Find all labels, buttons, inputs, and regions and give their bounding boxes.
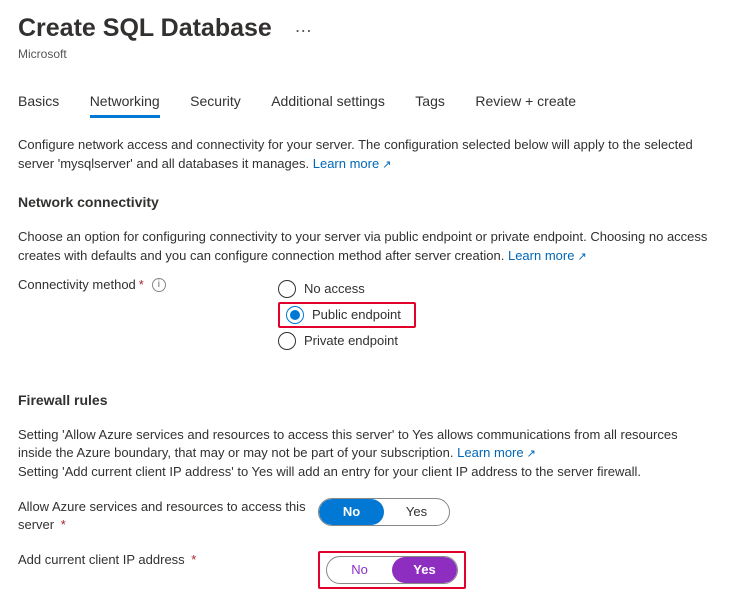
radio-icon	[286, 306, 304, 324]
tab-basics[interactable]: Basics	[18, 87, 59, 115]
intro-learn-more-link[interactable]: Learn more↗	[313, 156, 392, 171]
info-icon[interactable]: i	[152, 278, 166, 292]
highlight-add-client-ip: No Yes	[318, 551, 466, 589]
firewall-desc1: Setting 'Allow Azure services and resour…	[18, 427, 678, 461]
toggle-yes[interactable]: Yes	[384, 499, 449, 525]
connectivity-method-radios: No access Public endpoint Private endpoi…	[278, 276, 712, 354]
firewall-learn-more-link[interactable]: Learn more↗	[457, 445, 536, 460]
tab-tags[interactable]: Tags	[415, 87, 445, 115]
add-client-ip-toggle[interactable]: No Yes	[326, 556, 458, 584]
radio-icon	[278, 332, 296, 350]
required-indicator: *	[188, 552, 197, 567]
external-link-icon: ↗	[577, 251, 586, 263]
page-subtitle: Microsoft	[18, 47, 712, 61]
external-link-icon: ↗	[382, 159, 391, 171]
required-indicator: *	[139, 276, 144, 294]
add-client-ip-row: Add current client IP address * No Yes	[18, 551, 712, 589]
radio-label: No access	[304, 281, 365, 296]
toggle-no[interactable]: No	[327, 557, 392, 583]
create-sql-database-page: Create SQL Database … Microsoft Basics N…	[0, 0, 730, 613]
radio-no-access[interactable]: No access	[278, 280, 712, 298]
allow-azure-label: Allow Azure services and resources to ac…	[18, 498, 318, 534]
tab-security[interactable]: Security	[190, 87, 241, 115]
connectivity-method-row: Connectivity method* i No access Public …	[18, 276, 712, 354]
network-description: Choose an option for configuring connect…	[18, 228, 712, 266]
tab-review-create[interactable]: Review + create	[475, 87, 576, 115]
radio-public-endpoint[interactable]: Public endpoint	[286, 306, 401, 324]
add-client-ip-label: Add current client IP address *	[18, 551, 318, 569]
allow-azure-row: Allow Azure services and resources to ac…	[18, 498, 712, 534]
more-icon[interactable]: …	[294, 14, 312, 39]
firewall-rules-heading: Firewall rules	[18, 392, 712, 408]
firewall-desc2: Setting 'Add current client IP address' …	[18, 464, 641, 479]
radio-private-endpoint[interactable]: Private endpoint	[278, 332, 712, 350]
radio-label: Public endpoint	[312, 307, 401, 322]
external-link-icon: ↗	[527, 448, 536, 460]
tab-additional-settings[interactable]: Additional settings	[271, 87, 385, 115]
network-learn-more-link[interactable]: Learn more↗	[508, 248, 587, 263]
tab-networking[interactable]: Networking	[90, 87, 160, 118]
page-title: Create SQL Database	[18, 14, 272, 43]
firewall-description: Setting 'Allow Azure services and resour…	[18, 426, 712, 483]
allow-azure-toggle[interactable]: No Yes	[318, 498, 450, 526]
page-header: Create SQL Database … Microsoft	[18, 14, 712, 61]
tab-bar: Basics Networking Security Additional se…	[18, 87, 712, 118]
radio-icon	[278, 280, 296, 298]
required-indicator: *	[57, 517, 66, 532]
allow-azure-toggle-wrap: No Yes	[318, 498, 450, 526]
radio-label: Private endpoint	[304, 333, 398, 348]
highlight-public-endpoint: Public endpoint	[278, 302, 416, 328]
toggle-no[interactable]: No	[319, 499, 384, 525]
network-desc-text: Choose an option for configuring connect…	[18, 229, 707, 263]
intro-description: Configure network access and connectivit…	[18, 136, 712, 174]
toggle-yes[interactable]: Yes	[392, 557, 457, 583]
network-connectivity-heading: Network connectivity	[18, 194, 712, 210]
connectivity-method-label: Connectivity method* i	[18, 276, 278, 294]
